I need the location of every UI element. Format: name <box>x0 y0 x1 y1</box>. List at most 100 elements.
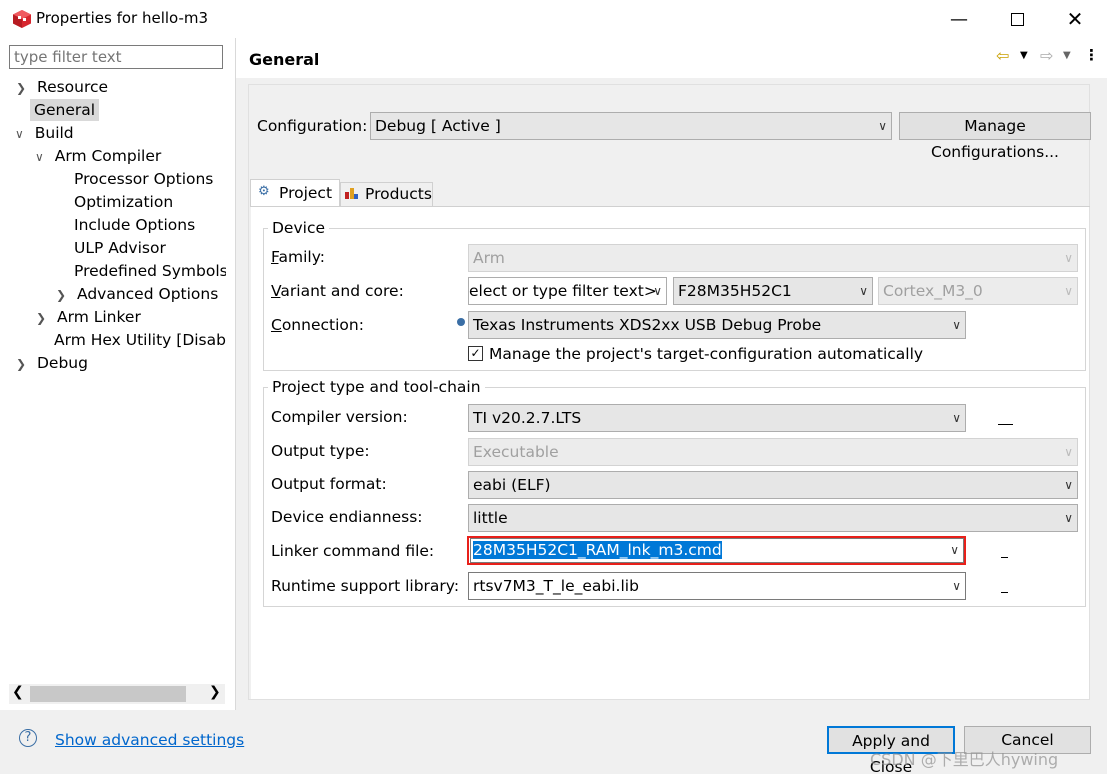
tree-item-advanced-options[interactable]: ❯ Advanced Options <box>56 283 218 305</box>
maximize-icon <box>1010 12 1024 26</box>
runtime-library-combo[interactable]: rtsv7M3_T_le_eabi.lib ∨ <box>468 572 966 600</box>
page-header <box>236 38 1107 78</box>
chevron-down-icon: ∨ <box>878 119 887 133</box>
back-arrow-icon[interactable]: ⇦ <box>996 46 1009 65</box>
tree-item-arm-compiler[interactable]: ∨ Arm Compiler <box>35 145 161 167</box>
tab-project[interactable]: ⚙ Project <box>250 179 340 207</box>
runtime-library-label: Runtime support library: <box>271 577 460 595</box>
linker-more-link[interactable] <box>1001 557 1008 558</box>
chevron-right-icon: ❯ <box>56 288 67 302</box>
back-dropdown-icon[interactable]: ▼ <box>1020 50 1028 61</box>
chevron-down-icon: ∨ <box>1064 478 1073 492</box>
tree-item-build[interactable]: ∨ Build <box>15 122 74 144</box>
output-format-label: Output format: <box>271 475 387 493</box>
tree-item-label: Arm Hex Utility [Disabled] <box>54 331 226 349</box>
filter-input[interactable] <box>9 45 223 69</box>
tree-item-arm-linker[interactable]: ❯ Arm Linker <box>36 306 141 328</box>
manage-target-label: Manage the project's target-configuratio… <box>489 345 924 363</box>
tree-item-label: General <box>34 101 96 119</box>
products-icon <box>345 188 358 199</box>
output-format-value: eabi (ELF) <box>473 476 551 494</box>
output-format-select[interactable]: eabi (ELF) ∨ <box>468 471 1078 499</box>
chevron-down-icon: ∨ <box>952 411 961 425</box>
chevron-down-icon: ∨ <box>952 579 961 593</box>
forward-arrow-icon[interactable]: ⇨ <box>1040 46 1053 65</box>
show-advanced-settings-link[interactable]: Show advanced settings <box>55 731 244 749</box>
connection-select[interactable]: Texas Instruments XDS2xx USB Debug Probe… <box>468 311 966 339</box>
compiler-version-select[interactable]: TI v20.2.7.LTS ∨ <box>468 404 966 432</box>
tree-item-label: Resource <box>37 78 109 96</box>
chevron-down-icon: ∨ <box>859 284 868 298</box>
watermark: CSDN @下里巴人hywing <box>870 750 1059 769</box>
compiler-version-label: Compiler version: <box>271 408 408 426</box>
tree-item-label: ULP Advisor <box>74 239 166 257</box>
tab-label: Products <box>365 185 432 203</box>
compiler-more-link[interactable] <box>998 424 1013 425</box>
chevron-down-icon: ∨ <box>1064 511 1073 525</box>
chevron-down-icon: ∨ <box>1064 445 1073 459</box>
tree-item-ulp-advisor[interactable]: ULP Advisor <box>74 237 166 259</box>
close-icon: ✕ <box>1066 7 1084 31</box>
tree-item-resource[interactable]: ❯ Resource <box>16 76 108 98</box>
tree-item-predefined-symbols[interactable]: Predefined Symbols <box>74 260 226 282</box>
help-icon[interactable]: ? <box>19 729 37 747</box>
runtime-library-value: rtsv7M3_T_le_eabi.lib <box>473 577 639 595</box>
tree-item-processor-options[interactable]: Processor Options <box>74 168 213 190</box>
variant-filter-value: elect or type filter text> <box>469 282 657 300</box>
configuration-select[interactable]: Debug [ Active ] ∨ <box>370 112 892 140</box>
endianness-label: Device endianness: <box>271 508 423 526</box>
chevron-down-icon: ∨ <box>35 150 44 164</box>
chevron-right-icon: ❯ <box>36 311 47 325</box>
configuration-value: Debug [ Active ] <box>375 117 501 135</box>
linker-file-label: Linker command file: <box>271 542 435 560</box>
output-type-value: Executable <box>473 443 559 461</box>
connection-value: Texas Instruments XDS2xx USB Debug Probe <box>473 316 822 334</box>
minimize-button[interactable]: — <box>930 0 988 38</box>
tree-item-debug[interactable]: ❯ Debug <box>16 352 88 374</box>
close-button[interactable]: ✕ <box>1046 0 1104 38</box>
tree-item-optimization[interactable]: Optimization <box>74 191 173 213</box>
chevron-down-icon: ∨ <box>952 318 961 332</box>
maximize-button[interactable] <box>988 0 1046 38</box>
family-label: Family: <box>271 248 325 266</box>
tree-item-arm-hex-utility[interactable]: Arm Hex Utility [Disabled] <box>54 329 226 351</box>
manage-configurations-button[interactable]: Manage Configurations... <box>899 112 1091 161</box>
scrollbar-thumb[interactable] <box>30 686 186 702</box>
variant-value: F28M35H52C1 <box>678 282 792 300</box>
tab-label: Project <box>279 184 333 202</box>
connection-label: Connection: <box>271 316 364 334</box>
variant-label: Variant and core: <box>271 282 404 300</box>
tree-item-label: Arm Linker <box>57 308 141 326</box>
tab-products[interactable]: Products <box>340 182 433 207</box>
view-menu-icon[interactable]: ⋮ <box>1084 46 1099 64</box>
tree-item-general[interactable]: General <box>30 99 100 121</box>
tree-item-label: Optimization <box>74 193 174 211</box>
linker-file-combo[interactable]: 28M35H52C1_RAM_lnk_m3.cmd ∨ <box>470 538 964 563</box>
core-select: Cortex_M3_0 ∨ <box>878 277 1078 305</box>
linker-file-value: 28M35H52C1_RAM_lnk_m3.cmd <box>473 541 722 559</box>
chevron-down-icon: ∨ <box>653 284 662 298</box>
scroll-left-icon[interactable]: ❮ <box>12 684 24 700</box>
forward-dropdown-icon[interactable]: ▼ <box>1063 50 1071 61</box>
variant-select[interactable]: F28M35H52C1 ∨ <box>673 277 873 305</box>
info-icon <box>457 318 465 326</box>
manage-target-checkbox[interactable]: ✓ <box>468 346 483 361</box>
configuration-label: Configuration: <box>257 117 368 135</box>
variant-filter-select[interactable]: elect or type filter text> ∨ <box>468 277 667 305</box>
toolchain-group-title: Project type and tool-chain <box>268 378 485 396</box>
family-value: Arm <box>473 249 505 267</box>
tree-item-include-options[interactable]: Include Options <box>74 214 195 236</box>
chevron-down-icon: ∨ <box>1064 251 1073 265</box>
compiler-version-value: TI v20.2.7.LTS <box>473 409 582 427</box>
endianness-value: little <box>473 509 508 527</box>
project-icon: ⚙ <box>258 184 270 199</box>
scroll-right-icon[interactable]: ❯ <box>209 684 221 700</box>
tree-item-label: Arm Compiler <box>54 147 162 165</box>
endianness-select[interactable]: little ∨ <box>468 504 1078 532</box>
runtime-more-link[interactable] <box>1001 592 1008 593</box>
output-type-label: Output type: <box>271 442 370 460</box>
tree-item-label: Build <box>34 124 74 142</box>
chevron-down-icon: ∨ <box>1064 284 1073 298</box>
core-value: Cortex_M3_0 <box>883 282 983 300</box>
device-group-title: Device <box>268 219 330 237</box>
